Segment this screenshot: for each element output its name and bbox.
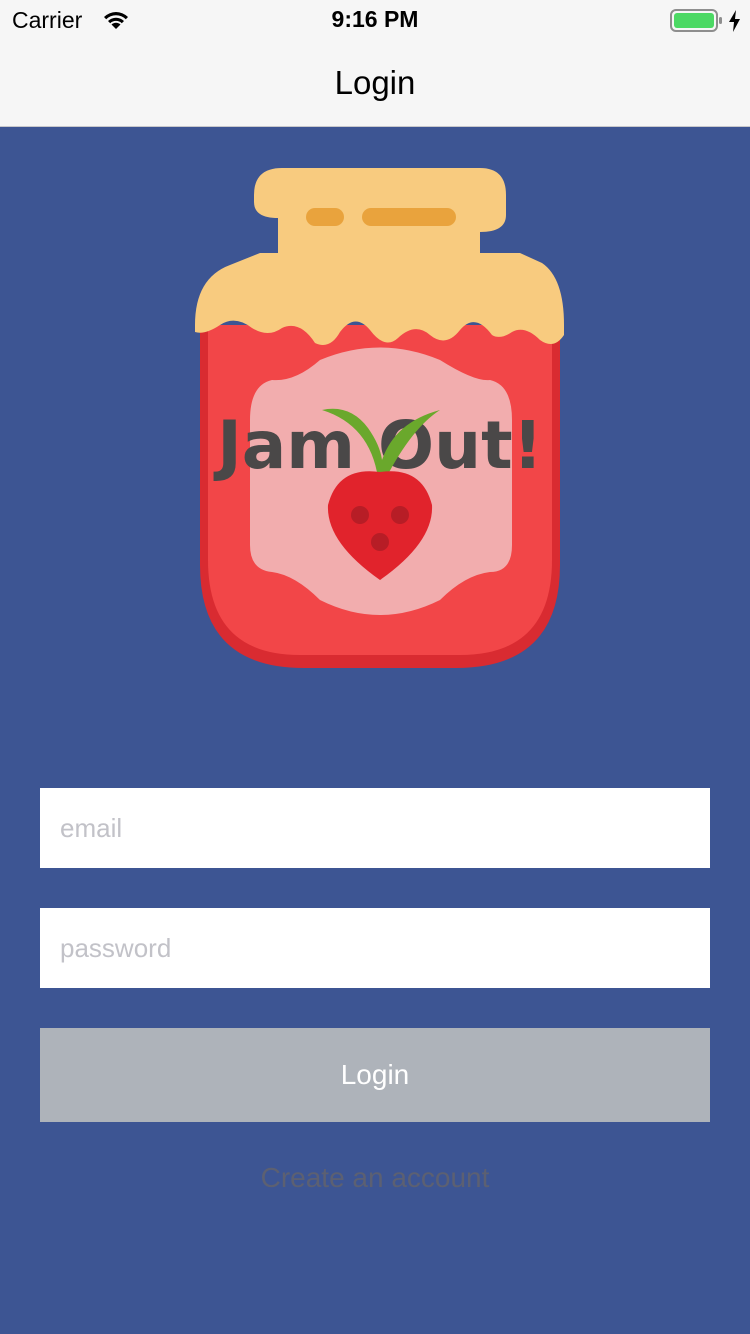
clock: 9:16 PM xyxy=(331,6,419,32)
page-title: Login xyxy=(334,64,416,101)
password-field[interactable] xyxy=(40,908,710,988)
charging-bolt-icon xyxy=(729,10,740,32)
status-bar: Carrier 9:16 PM xyxy=(0,0,750,40)
email-field[interactable] xyxy=(40,788,710,868)
jam-jar-logo: Jam Out! xyxy=(190,160,570,680)
battery-icon xyxy=(670,9,722,32)
navigation-bar: Login xyxy=(0,40,750,127)
login-button[interactable]: Login xyxy=(40,1028,710,1122)
create-account-link[interactable]: Create an account xyxy=(0,1162,750,1194)
